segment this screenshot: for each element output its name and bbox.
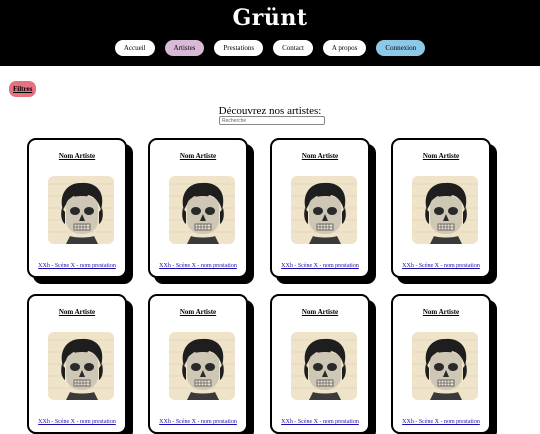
prestation-link[interactable]: XXh - Scène X - nom prestation xyxy=(393,263,489,269)
artist-card[interactable]: Nom Artiste XXh - Scène X - nom prestati… xyxy=(27,138,127,278)
artist-name[interactable]: Nom Artiste xyxy=(272,308,368,316)
artist-name[interactable]: Nom Artiste xyxy=(29,152,125,160)
prestation-link[interactable]: XXh - Scène X - nom prestation xyxy=(150,263,246,269)
artist-name[interactable]: Nom Artiste xyxy=(393,308,489,316)
skull-portrait-icon xyxy=(412,176,478,244)
prestation-link[interactable]: XXh - Scène X - nom prestation xyxy=(272,263,368,269)
prestation-link[interactable]: XXh - Scène X - nom prestation xyxy=(393,419,489,425)
skull-portrait-icon xyxy=(169,332,235,400)
skull-portrait-icon xyxy=(169,176,235,244)
artist-card[interactable]: Nom Artiste XXh - Scène X - nom prestati… xyxy=(148,138,248,278)
skull-portrait-icon xyxy=(48,332,114,400)
skull-portrait-icon xyxy=(291,176,357,244)
artist-card[interactable]: Nom Artiste XXh - Scène X - nom prestati… xyxy=(391,294,491,434)
artist-name[interactable]: Nom Artiste xyxy=(393,152,489,160)
skull-portrait-icon xyxy=(48,176,114,244)
artist-name[interactable]: Nom Artiste xyxy=(29,308,125,316)
prestation-link[interactable]: XXh - Scène X - nom prestation xyxy=(272,419,368,425)
artist-name[interactable]: Nom Artiste xyxy=(150,308,246,316)
artist-name[interactable]: Nom Artiste xyxy=(272,152,368,160)
artist-card[interactable]: Nom Artiste XXh - Scène X - nom prestati… xyxy=(270,294,370,434)
artist-card[interactable]: Nom Artiste XXh - Scène X - nom prestati… xyxy=(27,294,127,434)
artist-name[interactable]: Nom Artiste xyxy=(150,152,246,160)
skull-portrait-icon xyxy=(412,332,478,400)
prestation-link[interactable]: XXh - Scène X - nom prestation xyxy=(150,419,246,425)
artist-card[interactable]: Nom Artiste XXh - Scène X - nom prestati… xyxy=(148,294,248,434)
prestation-link[interactable]: XXh - Scène X - nom prestation xyxy=(29,419,125,425)
skull-portrait-icon xyxy=(291,332,357,400)
prestation-link[interactable]: XXh - Scène X - nom prestation xyxy=(29,263,125,269)
artist-card[interactable]: Nom Artiste XXh - Scène X - nom prestati… xyxy=(270,138,370,278)
artist-card[interactable]: Nom Artiste XXh - Scène X - nom prestati… xyxy=(391,138,491,278)
artist-grid: Nom Artiste XXh - Scène X - nom prestati… xyxy=(0,0,540,434)
